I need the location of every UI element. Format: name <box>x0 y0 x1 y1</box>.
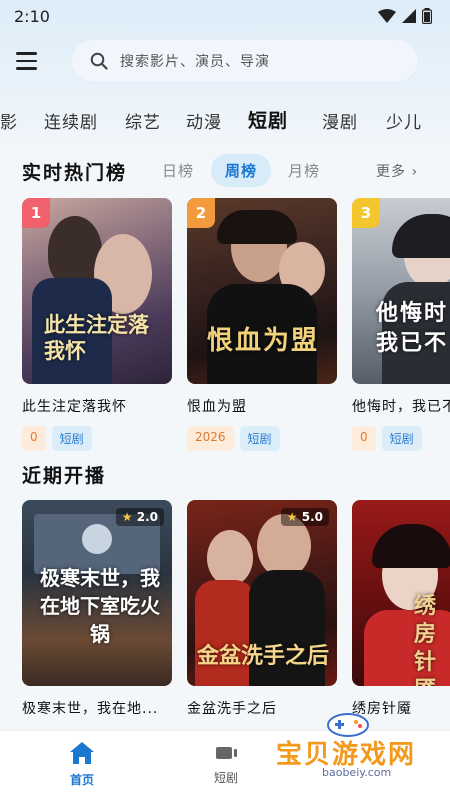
tag-list: 2026 短剧 <box>187 426 337 451</box>
recent-card[interactable]: 极寒末世，我在地下室吃火锅 ★ 2.0 极寒末世，我在地... <box>22 500 172 718</box>
category-tab[interactable]: 影 <box>0 108 18 133</box>
more-link[interactable]: 更多 › <box>376 161 418 181</box>
rank-badge: 1 <box>22 198 50 228</box>
rating-badge: ★ 5.0 <box>280 508 329 526</box>
menu-icon[interactable] <box>16 39 60 83</box>
recent-card[interactable]: 金盆洗手之后 ★ 5.0 金盆洗手之后 <box>187 500 337 718</box>
year-tag: 2026 <box>187 426 234 451</box>
poster-title: 金盆洗手之后 <box>197 643 330 669</box>
card-title: 他悔时，我已不 <box>352 399 450 415</box>
poster-title: 恨血为盟 <box>207 326 320 356</box>
poster-figure <box>82 524 112 554</box>
hot-section-title: 实时热门榜 <box>22 162 128 184</box>
poster-title: 绣房针魇 <box>414 593 437 686</box>
watermark-url: baobeiy.com <box>322 766 392 779</box>
status-time: 2:10 <box>14 6 50 26</box>
genre-tag: 短剧 <box>239 426 280 451</box>
nav-shorts[interactable]: 短剧 <box>186 741 266 786</box>
home-icon <box>70 742 94 764</box>
poster-image: 他悔时我已不 3 <box>352 198 450 384</box>
star-icon: ★ <box>121 510 133 524</box>
wifi-icon <box>378 9 396 23</box>
category-tab[interactable]: 动漫 <box>186 108 222 133</box>
tab-weekly[interactable]: 周榜 <box>211 154 272 187</box>
poster-title: 极寒末世，我在地下室吃火锅 <box>40 566 160 646</box>
poster-figure <box>372 524 450 568</box>
recent-section-title: 近期开播 <box>22 465 107 487</box>
card-title: 恨血为盟 <box>187 399 247 415</box>
chevron-right-icon: › <box>411 164 419 180</box>
rating-badge: ★ 2.0 <box>115 508 164 526</box>
star-icon: ★ <box>286 510 298 524</box>
nav-home-label: 首页 <box>69 773 94 787</box>
genre-tag: 短剧 <box>51 426 92 451</box>
genre-tag: 短剧 <box>381 426 422 451</box>
hot-card[interactable]: 恨血为盟 2 恨血为盟 2026 短剧 <box>187 198 337 451</box>
more-label: 更多 <box>376 164 406 180</box>
poster-figure <box>392 214 450 258</box>
rating-value: 5.0 <box>301 510 323 524</box>
category-tab[interactable]: 连续剧 <box>44 108 98 133</box>
category-tab[interactable]: 少儿 <box>386 108 422 133</box>
shorts-icon <box>216 747 237 759</box>
rank-badge: 3 <box>352 198 380 228</box>
year-tag: 0 <box>352 426 376 451</box>
hot-card[interactable]: 他悔时我已不 3 他悔时，我已不 0 短剧 <box>352 198 450 451</box>
poster-image: 此生注定落我怀 1 <box>22 198 172 384</box>
tag-list: 0 短剧 <box>352 426 450 451</box>
hot-card[interactable]: 此生注定落我怀 1 此生注定落我怀 0 短剧 <box>22 198 172 451</box>
poster-image: 极寒末世，我在地下室吃火锅 ★ 2.0 <box>22 500 172 686</box>
status-icons <box>378 8 432 24</box>
category-tab[interactable]: 漫剧 <box>322 108 358 133</box>
poster-title: 此生注定落我怀 <box>44 312 149 363</box>
card-title: 极寒末世，我在地... <box>22 701 159 717</box>
watermark-logo: 宝贝游戏网 baobeiy.com <box>276 712 436 782</box>
tab-daily[interactable]: 日榜 <box>162 160 194 181</box>
year-tag: 0 <box>22 426 46 451</box>
nav-home[interactable]: 首页 <box>42 741 122 788</box>
poster-image: 金盆洗手之后 ★ 5.0 <box>187 500 337 686</box>
rank-badge: 2 <box>187 198 215 228</box>
search-icon <box>90 52 108 70</box>
status-bar: 2:10 <box>0 0 450 32</box>
card-title: 此生注定落我怀 <box>22 399 127 415</box>
search-bar[interactable]: 搜索影片、演员、导演 <box>72 40 418 82</box>
battery-icon <box>422 8 432 24</box>
rating-value: 2.0 <box>136 510 158 524</box>
top-bar: 搜索影片、演员、导演 <box>0 38 450 84</box>
tab-monthly[interactable]: 月榜 <box>288 160 320 181</box>
tag-list: 0 短剧 <box>22 426 172 451</box>
poster-title: 他悔时我已不 <box>376 300 449 356</box>
poster-figure <box>217 210 297 244</box>
signal-icon <box>402 9 416 23</box>
category-tab-active[interactable]: 短剧 <box>248 106 288 133</box>
poster-image: 绣房针魇 <box>352 500 450 686</box>
search-placeholder: 搜索影片、演员、导演 <box>120 54 270 70</box>
poster-image: 恨血为盟 2 <box>187 198 337 384</box>
poster-figure <box>207 530 253 586</box>
category-tab[interactable]: 综艺 <box>125 108 161 133</box>
category-tabs: 影 连续剧 综艺 动漫 短剧 漫剧 少儿 <box>0 100 450 140</box>
poster-figure <box>195 580 255 686</box>
nav-shorts-label: 短剧 <box>213 771 238 785</box>
recent-card[interactable]: 绣房针魇 绣房针魇 <box>352 500 450 718</box>
